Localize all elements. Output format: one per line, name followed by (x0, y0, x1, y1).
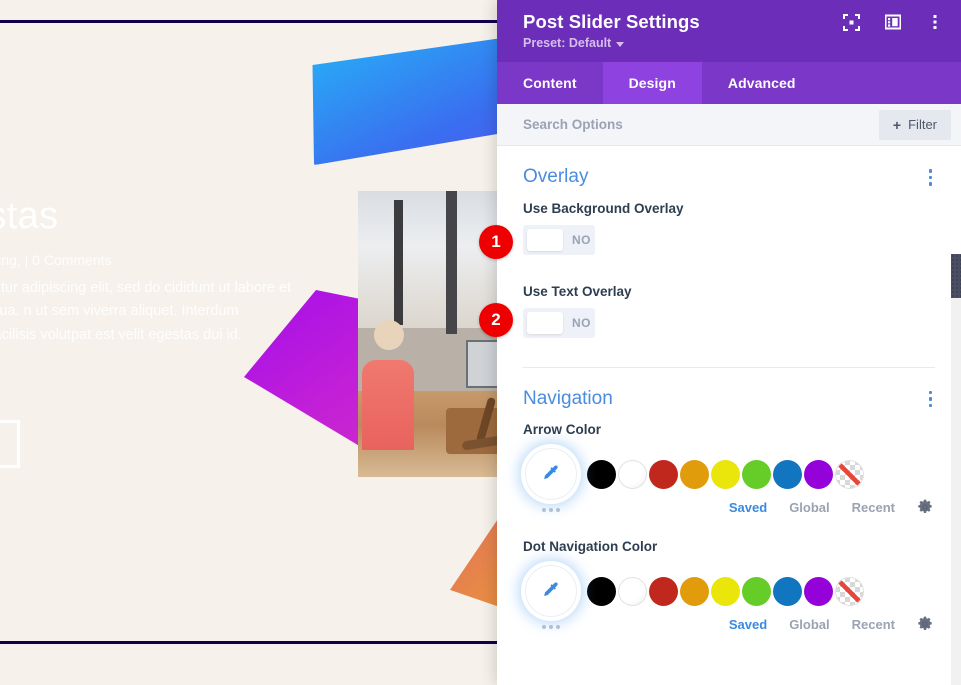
swatch-green[interactable] (742, 459, 771, 489)
toggle-knob (527, 311, 563, 334)
swatch-blue[interactable] (773, 576, 802, 606)
panel-scrollbar-thumb[interactable] (951, 254, 961, 298)
search-bar: + Filter (497, 104, 961, 146)
tab-advanced[interactable]: Advanced (702, 62, 822, 104)
panel-layout-icon[interactable] (883, 12, 903, 32)
swatch-black[interactable] (587, 459, 616, 489)
field-label-use-background-overlay: Use Background Overlay (523, 200, 684, 216)
decorative-white-box (0, 420, 20, 468)
color-tab-recent[interactable]: Recent (852, 617, 895, 632)
section-overlay-title: Overlay (523, 166, 589, 188)
swatch-orange[interactable] (680, 459, 709, 489)
dot-navigation-color-picker[interactable] (523, 563, 579, 619)
preset-selector[interactable]: Preset: Default (523, 36, 625, 50)
toggle-use-text-overlay[interactable]: NO (523, 307, 595, 338)
toggle-knob (527, 228, 563, 251)
swatch-orange[interactable] (680, 576, 709, 606)
screen-root: lit egestas 2, 2022 | Engineering, | 0 C… (0, 0, 961, 685)
arrow-color-tabs: Saved Global Recent (523, 499, 935, 515)
field-dot-navigation-color: Dot Navigation Color Saved Global Recent (523, 539, 935, 638)
modal-header-icons (841, 12, 945, 32)
settings-panel-body: Overlay Use Background Overlay NO Use Te… (497, 146, 961, 685)
chevron-down-icon (616, 41, 625, 47)
arrow-color-swatches (587, 459, 864, 489)
color-tab-global[interactable]: Global (789, 617, 829, 632)
slide-text-block: lit egestas 2, 2022 | Engineering, | 0 C… (0, 195, 304, 347)
slide-title: lit egestas (0, 195, 59, 237)
more-options-icon[interactable] (925, 12, 945, 32)
section-overlay-menu-icon[interactable] (926, 166, 936, 189)
tab-content[interactable]: Content (497, 62, 603, 104)
filter-button[interactable]: + Filter (878, 109, 951, 140)
field-label-arrow-color: Arrow Color (523, 422, 602, 437)
toggle-value-use-background-overlay: NO (572, 232, 591, 247)
plus-icon: + (892, 116, 902, 133)
swatch-black[interactable] (587, 576, 616, 606)
annotation-badge-2: 2 (479, 303, 513, 337)
field-arrow-color: Arrow Color Saved Global Recent (523, 422, 935, 521)
dot-navigation-color-swatches (587, 576, 864, 606)
eyedropper-icon[interactable] (525, 565, 577, 617)
toggle-use-background-overlay[interactable]: NO (523, 224, 595, 255)
arrow-color-swatch-row (523, 446, 935, 502)
field-use-text-overlay: Use Text Overlay NO (523, 284, 935, 345)
swatch-yellow[interactable] (711, 459, 740, 489)
dot-navigation-color-swatch-row (523, 563, 935, 619)
field-use-background-overlay: Use Background Overlay NO (523, 201, 935, 262)
eyedropper-icon[interactable] (525, 448, 577, 500)
section-navigation: Navigation Arrow Color Saved Global Rece… (497, 368, 961, 639)
color-tab-recent[interactable]: Recent (852, 500, 895, 515)
annotation-badge-1: 1 (479, 225, 513, 259)
post-slider-settings-modal: Post Slider Settings Preset: Default Con… (497, 0, 961, 685)
color-tab-saved[interactable]: Saved (729, 617, 767, 632)
section-navigation-title: Navigation (523, 387, 613, 409)
arrow-color-picker[interactable] (523, 446, 579, 502)
swatch-purple[interactable] (804, 576, 833, 606)
section-overlay: Overlay Use Background Overlay NO Use Te… (497, 146, 961, 368)
tab-design[interactable]: Design (602, 62, 702, 104)
swatch-red[interactable] (649, 459, 678, 489)
gear-icon[interactable] (917, 616, 933, 632)
panel-scrollbar-track[interactable] (951, 254, 961, 685)
gear-icon[interactable] (917, 499, 933, 515)
swatch-none[interactable] (835, 459, 864, 489)
section-overlay-header: Overlay (523, 146, 935, 201)
swatch-purple[interactable] (804, 459, 833, 489)
dot-navigation-color-tabs: Saved Global Recent (523, 616, 935, 632)
slide-body: sit amet, consectetur adipiscing elit, s… (0, 279, 292, 343)
swatch-green[interactable] (742, 576, 771, 606)
swatch-none[interactable] (835, 576, 864, 606)
swatch-white[interactable] (618, 459, 647, 489)
preset-label: Preset: Default (523, 36, 612, 50)
modal-header: Post Slider Settings Preset: Default (497, 0, 961, 62)
search-input[interactable] (523, 117, 879, 132)
section-navigation-header: Navigation (523, 368, 935, 423)
swatch-blue[interactable] (773, 459, 802, 489)
toggle-value-use-text-overlay: NO (572, 315, 591, 330)
section-navigation-menu-icon[interactable] (926, 388, 936, 411)
field-label-dot-navigation-color: Dot Navigation Color (523, 539, 658, 554)
color-tab-global[interactable]: Global (789, 500, 829, 515)
field-label-use-text-overlay: Use Text Overlay (523, 283, 632, 299)
swatch-yellow[interactable] (711, 576, 740, 606)
fullscreen-icon[interactable] (841, 12, 861, 32)
slide-meta: 2, 2022 | Engineering, | 0 Comments (0, 251, 112, 268)
color-tab-saved[interactable]: Saved (729, 500, 767, 515)
modal-tabs: Content Design Advanced (497, 62, 961, 104)
filter-button-label: Filter (908, 117, 937, 132)
swatch-red[interactable] (649, 576, 678, 606)
swatch-white[interactable] (618, 576, 647, 606)
